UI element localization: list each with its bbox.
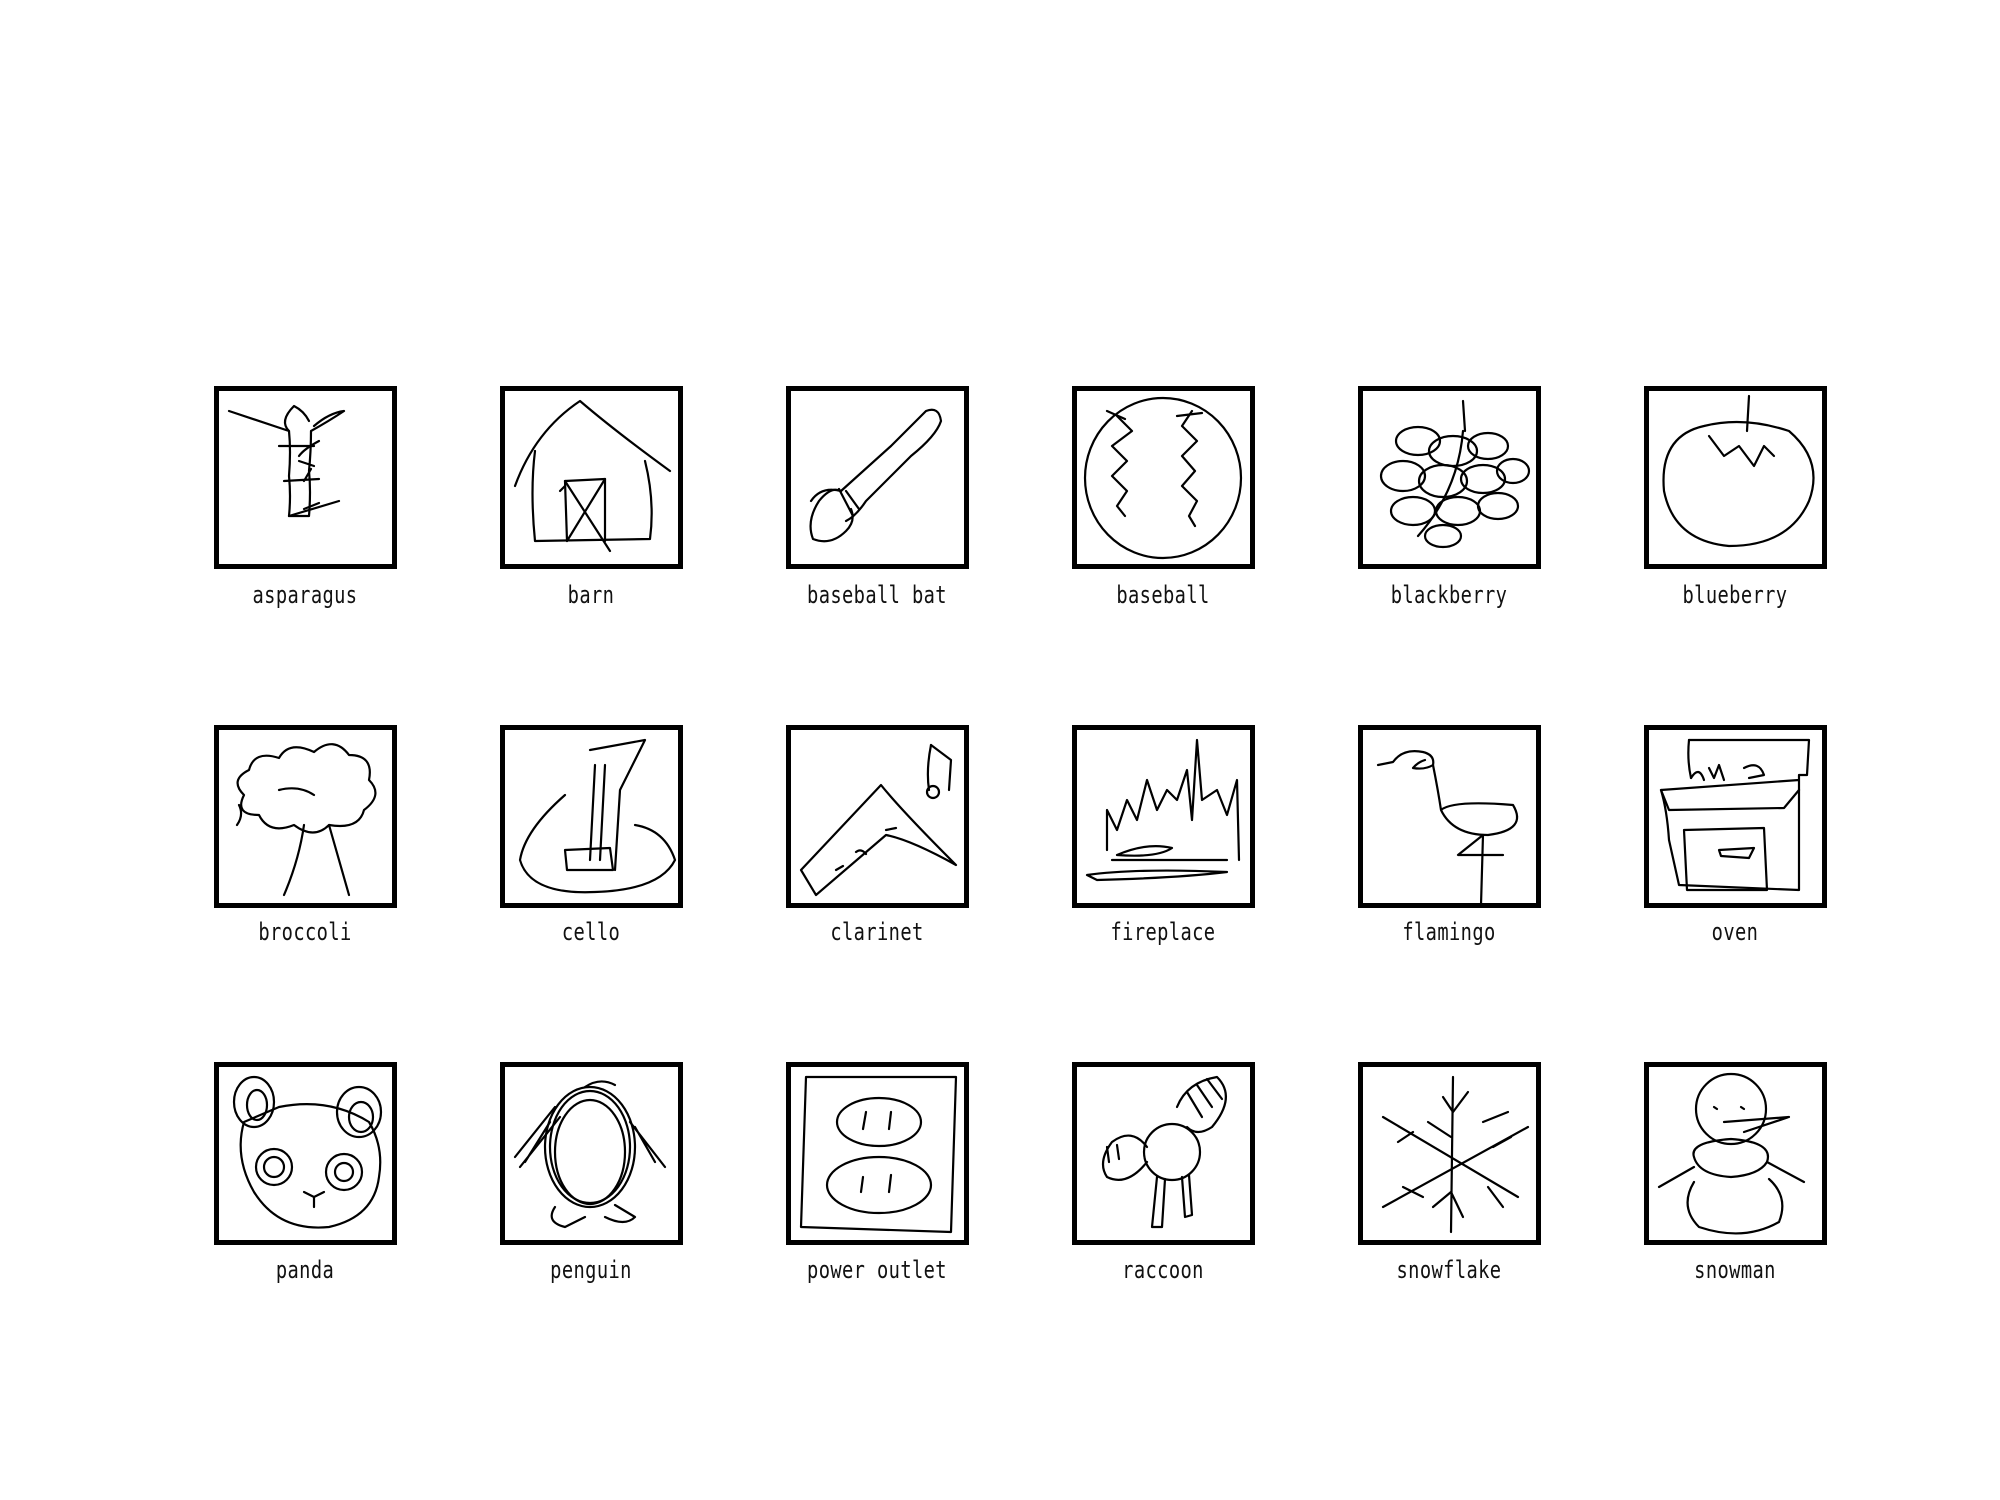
snowflake-icon	[1381, 1075, 1530, 1234]
oven-icon	[1659, 738, 1811, 892]
sketch-label: snowman	[1694, 1256, 1776, 1284]
sketch-label: baseball bat	[807, 581, 947, 609]
blackberry-icon	[1379, 399, 1531, 549]
sketch-tile	[500, 386, 683, 569]
sketch-label: cello	[561, 918, 621, 946]
sketch-label: raccoon	[1122, 1256, 1204, 1284]
broccoli-icon	[235, 743, 377, 897]
sketch-tile	[1358, 725, 1541, 908]
sketch-label: barn	[567, 581, 615, 609]
sketch-tile	[786, 386, 969, 569]
sketch-tile	[214, 725, 397, 908]
baseball-icon	[1083, 396, 1243, 560]
sketch-tile	[1358, 1062, 1541, 1245]
snowman-icon	[1657, 1072, 1806, 1235]
sketch-tile	[500, 725, 683, 908]
sketch-label: broccoli	[258, 918, 352, 946]
sketch-tile	[1072, 386, 1255, 569]
sketch-label: power outlet	[807, 1256, 947, 1284]
sketch-tile	[1072, 725, 1255, 908]
sketch-label: baseball	[1116, 581, 1210, 609]
sketch-tile	[214, 386, 397, 569]
sketch-tile	[786, 725, 969, 908]
sketch-label: blackberry	[1390, 581, 1508, 609]
sketch-tile	[500, 1062, 683, 1245]
sketch-tile	[1358, 386, 1541, 569]
blueberry-icon	[1662, 394, 1815, 548]
sketch-label: asparagus	[252, 581, 358, 609]
sketch-tile	[1644, 1062, 1827, 1245]
barn-icon	[513, 399, 672, 553]
panda-icon	[232, 1075, 383, 1229]
clarinet-icon	[799, 743, 958, 897]
sketch-label: panda	[275, 1256, 335, 1284]
sketch-label: oven	[1711, 918, 1759, 946]
sketch-grid: asparagus barn baseball bat baseball bla…	[0, 0, 2000, 1500]
power-outlet-icon	[799, 1075, 958, 1234]
sketch-label: flamingo	[1402, 918, 1496, 946]
sketch-tile	[214, 1062, 397, 1245]
raccoon-icon	[1101, 1075, 1227, 1229]
fireplace-icon	[1085, 738, 1241, 882]
sketch-tile	[786, 1062, 969, 1245]
sketch-label: snowflake	[1396, 1256, 1502, 1284]
sketch-tile	[1644, 725, 1827, 908]
sketch-tile	[1644, 386, 1827, 569]
sketch-label: fireplace	[1110, 918, 1216, 946]
baseball-bat-icon	[809, 408, 943, 543]
flamingo-icon	[1376, 750, 1519, 907]
penguin-icon	[513, 1080, 667, 1229]
asparagus-icon	[227, 404, 346, 518]
cello-icon	[518, 738, 677, 894]
sketch-tile	[1072, 1062, 1255, 1245]
sketch-label: blueberry	[1682, 581, 1788, 609]
sketch-label: penguin	[550, 1256, 632, 1284]
sketch-label: clarinet	[830, 918, 924, 946]
